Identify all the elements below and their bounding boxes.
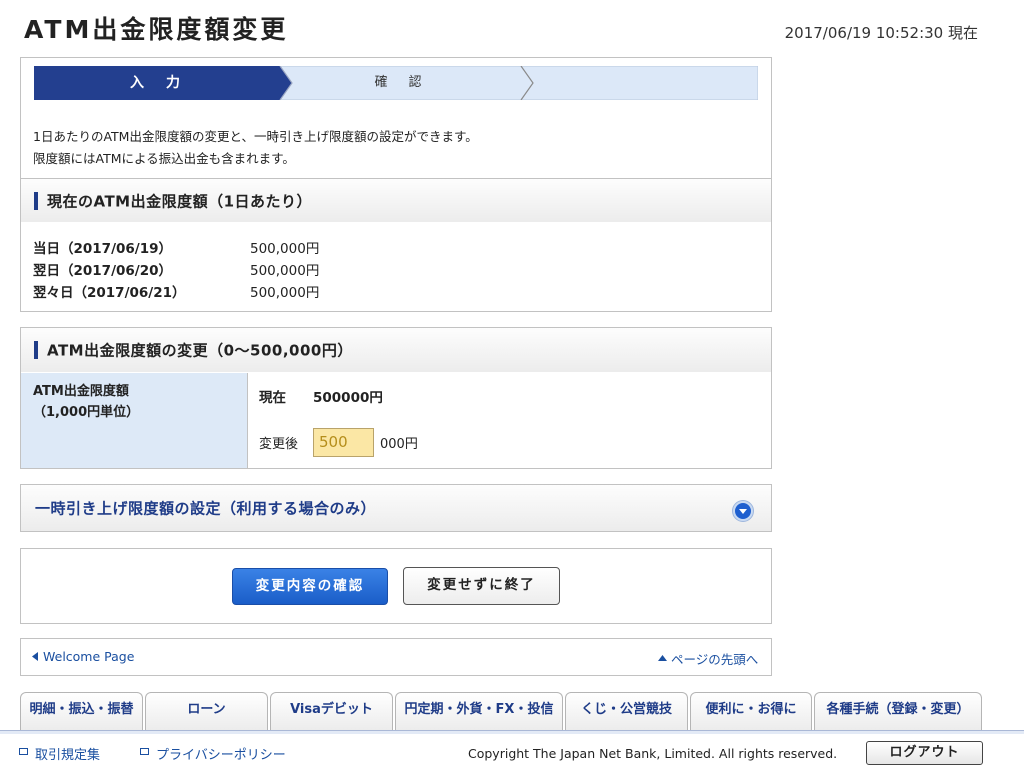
- tab-visa-debit[interactable]: Visaデビット: [270, 692, 393, 730]
- tab-lottery-racing[interactable]: くじ・公営競技: [565, 692, 688, 730]
- limit-row-label: 翌日（2017/06/20）: [33, 263, 173, 279]
- tab-loan[interactable]: ローン: [145, 692, 268, 730]
- tab-benefits[interactable]: 便利に・お得に: [690, 692, 812, 730]
- step-confirm: 確 認: [374, 75, 426, 90]
- current-value: 500000円: [313, 390, 383, 406]
- limit-field-unit-note: （1,000円単位）: [33, 405, 140, 420]
- current-limits-heading: 現在のATM出金限度額（1日あたり）: [20, 178, 772, 223]
- welcome-page-link[interactable]: Welcome Page: [43, 649, 134, 664]
- after-label: 変更後: [259, 437, 299, 452]
- timestamp: 2017/06/19 10:52:30 現在: [784, 24, 978, 42]
- limit-row-value: 500,000円: [250, 285, 320, 301]
- limit-row-value: 500,000円: [250, 263, 320, 279]
- heading-bar: [34, 191, 38, 210]
- window-icon: [19, 748, 28, 755]
- change-limit-heading: ATM出金限度額の変更（0〜500,000円）: [20, 327, 772, 373]
- window-icon: [140, 748, 149, 755]
- tab-procedures[interactable]: 各種手続（登録・変更）: [814, 692, 982, 730]
- triangle-up-icon: [658, 655, 667, 661]
- current-limits-title: 現在のATM出金限度額（1日あたり）: [47, 192, 313, 210]
- expand-chevron-icon[interactable]: [733, 501, 753, 521]
- change-limit-title: ATM出金限度額の変更（0〜500,000円）: [47, 341, 353, 360]
- step-input: 入 力: [130, 75, 184, 91]
- confirm-changes-button[interactable]: 変更内容の確認: [232, 568, 388, 605]
- tab-statements-transfers[interactable]: 明細・振込・振替: [20, 692, 143, 730]
- copyright: Copyright The Japan Net Bank, Limited. A…: [468, 746, 838, 761]
- intro-text-line2: 限度額にはATMによる振込出金も含まれます。: [33, 151, 295, 166]
- temporary-limit-toggle-panel[interactable]: 一時引き上げ限度額の設定（利用する場合のみ）: [20, 484, 772, 532]
- terms-link[interactable]: 取引規定集: [35, 744, 100, 763]
- amount-unit: 000円: [380, 437, 418, 452]
- exit-without-change-button[interactable]: 変更せずに終了: [403, 567, 560, 605]
- tab-deposits-fx-funds[interactable]: 円定期・外貨・FX・投信: [395, 692, 563, 730]
- current-label: 現在: [259, 390, 286, 406]
- intro-text-line1: 1日あたりのATM出金限度額の変更と、一時引き上げ限度額の設定ができます。: [33, 129, 478, 144]
- limit-amount-input[interactable]: 500: [313, 428, 374, 457]
- page-top-link[interactable]: ページの先頭へ: [671, 649, 758, 668]
- privacy-policy-link[interactable]: プライバシーポリシー: [156, 744, 286, 763]
- limit-field-label: ATM出金限度額: [33, 384, 129, 399]
- limit-row-value: 500,000円: [250, 241, 320, 257]
- logout-button[interactable]: ログアウト: [866, 741, 983, 765]
- temporary-limit-title: 一時引き上げ限度額の設定（利用する場合のみ）: [35, 499, 377, 518]
- intro-panel: [20, 111, 772, 179]
- main-menu-tabs: 明細・振込・振替 ローン Visaデビット 円定期・外貨・FX・投信 くじ・公営…: [18, 692, 984, 732]
- actions-panel: [20, 548, 772, 624]
- triangle-left-icon: [32, 652, 38, 661]
- heading-bar: [34, 341, 38, 359]
- limit-row-label: 当日（2017/06/19）: [33, 241, 173, 257]
- limit-row-label: 翌々日（2017/06/21）: [33, 285, 186, 301]
- page-title: ATM出金限度額変更: [24, 15, 289, 44]
